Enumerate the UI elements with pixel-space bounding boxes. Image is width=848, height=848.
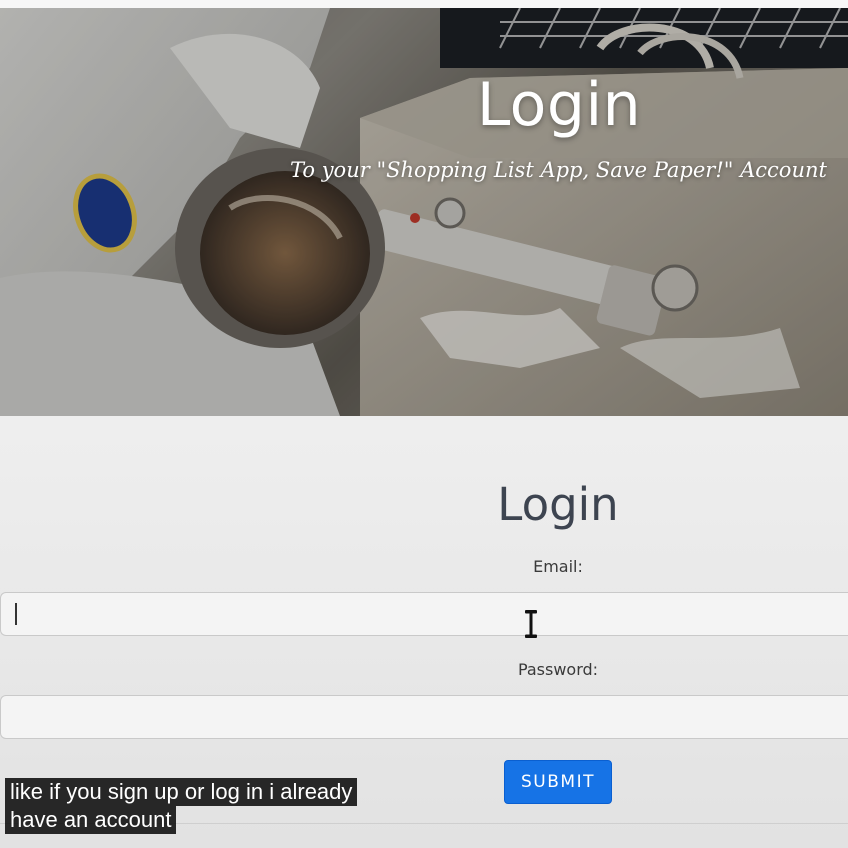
email-field[interactable] <box>0 592 848 636</box>
email-label: Email: <box>533 557 583 576</box>
password-field[interactable] <box>0 695 848 739</box>
text-caret <box>15 603 17 625</box>
caption-line-2: have an account <box>5 806 177 834</box>
login-form-title: Login <box>497 478 619 531</box>
password-label: Password: <box>517 660 599 679</box>
hero-banner: Login To your "Shopping List App, Save P… <box>0 8 848 416</box>
text-cursor-icon <box>525 610 537 638</box>
page: Login To your "Shopping List App, Save P… <box>0 0 848 848</box>
submit-button[interactable]: SUBMIT <box>504 760 612 804</box>
hero-subtitle: To your "Shopping List App, Save Paper!"… <box>290 158 827 182</box>
hero-title: Login <box>476 70 642 140</box>
caption-line-1: like if you sign up or log in i already <box>5 778 358 806</box>
